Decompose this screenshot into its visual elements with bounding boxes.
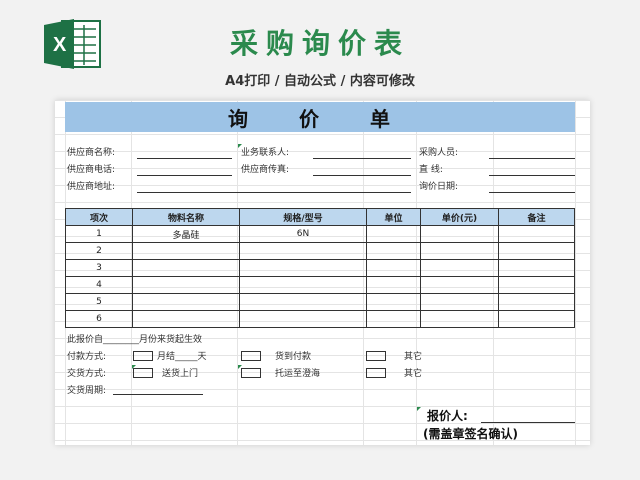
- item-name[interactable]: 多晶硅: [132, 225, 240, 243]
- table-row: 2: [65, 242, 575, 260]
- item-price[interactable]: [420, 293, 499, 311]
- delivery-other-checkbox[interactable]: [366, 368, 386, 378]
- item-no: 4: [65, 276, 133, 294]
- column-header: 物料名称: [132, 208, 240, 226]
- item-note[interactable]: [498, 242, 575, 260]
- item-name[interactable]: [132, 310, 240, 328]
- inquiry-date-label: 询价日期:: [419, 182, 459, 192]
- page-subtitle: A4打印 / 自动公式 / 内容可修改: [225, 74, 415, 89]
- fax-label: 供应商传真:: [241, 165, 290, 175]
- payment-monthly-label: 月结_____天: [157, 352, 207, 362]
- item-unit[interactable]: [366, 225, 421, 243]
- direct-line-field[interactable]: [489, 175, 575, 176]
- delivery-door-label: 送货上门: [162, 369, 199, 379]
- delivery-shipping-checkbox[interactable]: [241, 368, 261, 378]
- column-header: 备注: [498, 208, 575, 226]
- item-no: 5: [65, 293, 133, 311]
- item-unit[interactable]: [366, 276, 421, 294]
- supplier-phone-field[interactable]: [137, 175, 232, 176]
- payment-cod-label: 货到付款: [275, 352, 312, 362]
- contact-field[interactable]: [313, 158, 411, 159]
- item-spec[interactable]: [239, 276, 367, 294]
- supplier-address-field[interactable]: [137, 192, 411, 193]
- payment-label: 付款方式:: [67, 352, 107, 362]
- table-row: 3: [65, 259, 575, 277]
- item-name[interactable]: [132, 276, 240, 294]
- table-row: 5: [65, 293, 575, 311]
- supplier-name-label: 供应商名称:: [67, 148, 116, 158]
- item-price[interactable]: [420, 225, 499, 243]
- table-header-row: 项次 物料名称 规格/型号 单位 单价(元) 备注: [65, 208, 575, 226]
- delivery-cycle-label: 交货周期:: [67, 386, 107, 396]
- column-header: 项次: [65, 208, 133, 226]
- sheet-heading: 询 价 单: [65, 102, 575, 132]
- item-note[interactable]: [498, 225, 575, 243]
- items-table: 项次 物料名称 规格/型号 单位 单价(元) 备注 1 多晶硅 6N 2 3 4…: [65, 208, 575, 328]
- item-name[interactable]: [132, 242, 240, 260]
- cell-comment-marker: [417, 407, 421, 411]
- item-no: 2: [65, 242, 133, 260]
- contact-label: 业务联系人:: [241, 148, 290, 158]
- fax-field[interactable]: [313, 175, 411, 176]
- buyer-label: 采购人员:: [419, 148, 459, 158]
- delivery-door-checkbox[interactable]: [133, 368, 153, 378]
- supplier-name-field[interactable]: [137, 158, 232, 159]
- supplier-phone-label: 供应商电话:: [67, 165, 116, 175]
- validity-text: 此报价自________月份来货起生效: [67, 335, 203, 345]
- item-spec[interactable]: [239, 293, 367, 311]
- delivery-cycle-field[interactable]: [113, 394, 203, 395]
- item-note[interactable]: [498, 293, 575, 311]
- item-price[interactable]: [420, 242, 499, 260]
- table-row: 4: [65, 276, 575, 294]
- excel-icon: X: [44, 19, 101, 69]
- item-unit[interactable]: [366, 259, 421, 277]
- table-row: 1 多晶硅 6N: [65, 225, 575, 243]
- table-row: 6: [65, 310, 575, 328]
- supplier-address-label: 供应商地址:: [67, 182, 116, 192]
- quoter-signature-field[interactable]: [481, 422, 575, 423]
- direct-line-label: 直 线:: [419, 165, 443, 175]
- item-unit[interactable]: [366, 310, 421, 328]
- item-spec[interactable]: [239, 310, 367, 328]
- column-header: 单价(元): [420, 208, 499, 226]
- buyer-field[interactable]: [489, 158, 575, 159]
- payment-other-label: 其它: [404, 352, 423, 362]
- item-price[interactable]: [420, 276, 499, 294]
- item-no: 1: [65, 225, 133, 243]
- spreadsheet: 询 价 单 供应商名称: 供应商电话: 供应商地址: 业务联系人: 供应商传真:…: [55, 100, 590, 445]
- column-header: 规格/型号: [239, 208, 367, 226]
- grid-column-line: [575, 100, 576, 445]
- item-note[interactable]: [498, 259, 575, 277]
- delivery-other-label: 其它: [404, 369, 423, 379]
- payment-other-checkbox[interactable]: [366, 351, 386, 361]
- item-no: 3: [65, 259, 133, 277]
- item-unit[interactable]: [366, 293, 421, 311]
- item-spec[interactable]: [239, 259, 367, 277]
- payment-monthly-checkbox[interactable]: [133, 351, 153, 361]
- column-header: 单位: [366, 208, 421, 226]
- delivery-label: 交货方式:: [67, 369, 107, 379]
- item-spec[interactable]: [239, 242, 367, 260]
- quoter-label: 报价人:: [427, 409, 468, 423]
- item-price[interactable]: [420, 310, 499, 328]
- delivery-shipping-label: 托运至澄海: [275, 369, 321, 379]
- payment-cod-checkbox[interactable]: [241, 351, 261, 361]
- page-title: 采购询价表: [229, 27, 410, 60]
- item-name[interactable]: [132, 259, 240, 277]
- item-unit[interactable]: [366, 242, 421, 260]
- item-name[interactable]: [132, 293, 240, 311]
- item-note[interactable]: [498, 310, 575, 328]
- item-note[interactable]: [498, 276, 575, 294]
- item-no: 6: [65, 310, 133, 328]
- item-spec[interactable]: 6N: [239, 225, 367, 243]
- item-price[interactable]: [420, 259, 499, 277]
- seal-note: (需盖章签名确认): [423, 427, 518, 441]
- inquiry-date-field[interactable]: [489, 192, 575, 193]
- svg-text:X: X: [53, 34, 67, 56]
